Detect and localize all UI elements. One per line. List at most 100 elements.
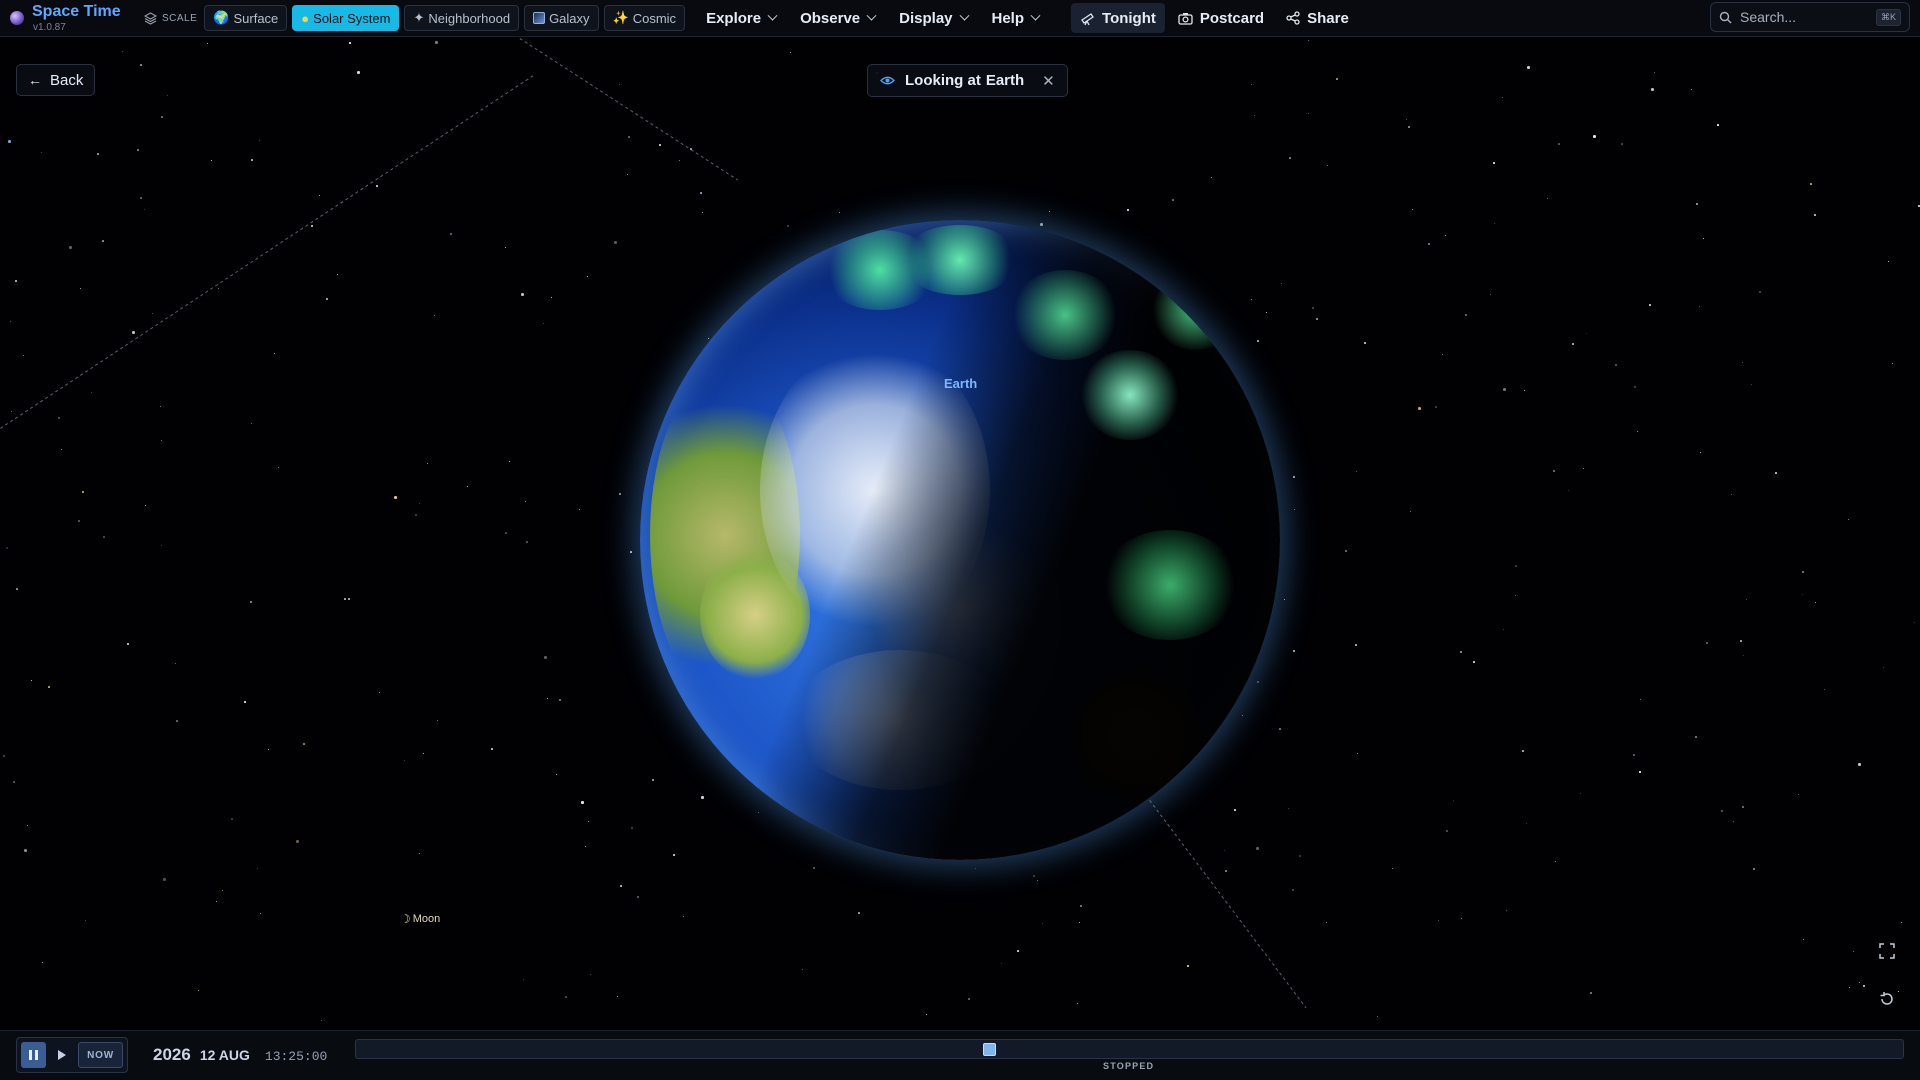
star <box>27 825 28 826</box>
star <box>1798 794 1799 795</box>
star <box>259 140 260 141</box>
star <box>198 990 199 991</box>
fullscreen-icon[interactable] <box>1876 940 1898 962</box>
star <box>161 440 162 441</box>
menu-display[interactable]: Display <box>891 5 975 31</box>
star <box>82 491 84 493</box>
star <box>588 821 589 822</box>
reset-view-icon[interactable] <box>1876 988 1898 1010</box>
globe-icon: 🌍 <box>213 10 230 25</box>
close-icon[interactable]: ✕ <box>1042 72 1055 90</box>
star <box>1731 494 1732 495</box>
search-input[interactable] <box>1740 9 1868 25</box>
star <box>1345 550 1347 552</box>
star <box>1898 991 1899 992</box>
play-button[interactable] <box>58 1050 67 1060</box>
scale-cosmic-button[interactable]: ✨ Cosmic <box>603 5 686 31</box>
chevron-down-icon <box>767 10 778 21</box>
star <box>1251 84 1252 85</box>
star <box>587 276 588 277</box>
star <box>1700 452 1701 453</box>
now-button[interactable]: NOW <box>78 1042 123 1068</box>
star <box>1494 223 1495 224</box>
star <box>1256 847 1259 850</box>
star <box>491 748 493 750</box>
star <box>13 781 15 783</box>
star <box>1490 294 1491 295</box>
star <box>1651 88 1654 91</box>
brand[interactable]: Space Time v1.0.87 <box>10 3 128 33</box>
menu-help[interactable]: Help <box>984 5 1048 31</box>
star <box>544 656 547 659</box>
star <box>1637 431 1638 432</box>
star <box>379 692 380 693</box>
menu-observe[interactable]: Observe <box>792 5 883 31</box>
star <box>250 601 252 603</box>
star <box>1428 243 1430 245</box>
app-logo-icon <box>10 11 24 25</box>
moon-label[interactable]: Moon <box>413 913 441 925</box>
star <box>1633 754 1635 756</box>
star <box>450 233 452 235</box>
star <box>61 449 62 450</box>
star <box>251 159 253 161</box>
star <box>1493 162 1495 164</box>
earth-globe[interactable] <box>640 220 1280 860</box>
star <box>344 598 346 600</box>
pause-button[interactable] <box>21 1042 47 1068</box>
star <box>1654 72 1655 73</box>
star <box>1586 333 1587 334</box>
scale-solar-system-button[interactable]: ● Solar System <box>292 5 400 31</box>
star <box>1824 689 1825 690</box>
search-box[interactable]: ⌘K <box>1710 2 1910 32</box>
menu-observe-label: Observe <box>800 9 861 27</box>
star <box>1888 261 1889 262</box>
share-icon <box>1286 11 1300 25</box>
star <box>1590 992 1592 994</box>
moon-icon: ☽ <box>400 912 411 926</box>
star <box>590 974 591 975</box>
date-display[interactable]: 2026 12 AUG 13:25:00 <box>153 1045 327 1065</box>
star <box>268 749 269 750</box>
scale-neighborhood-button[interactable]: ✦ Neighborhood <box>404 5 520 31</box>
star <box>1639 771 1641 773</box>
star <box>1568 490 1569 491</box>
scale-surface-button[interactable]: 🌍 Surface <box>204 5 288 31</box>
time-slider-thumb[interactable] <box>983 1043 996 1056</box>
earth-label[interactable]: Earth <box>944 376 977 391</box>
star <box>1410 511 1411 512</box>
tonight-button[interactable]: Tonight <box>1071 3 1165 33</box>
star <box>968 998 970 1000</box>
star <box>1810 183 1812 185</box>
menu-help-label: Help <box>991 9 1025 27</box>
star <box>1438 920 1439 921</box>
star <box>543 323 544 324</box>
scale-label-text: SCALE <box>162 12 198 24</box>
star <box>1408 126 1410 128</box>
share-button[interactable]: Share <box>1277 3 1358 33</box>
time-controls-bar: NOW 2026 12 AUG 13:25:00 STOPPED <box>0 1030 1920 1080</box>
star <box>1901 922 1902 923</box>
scale-galaxy-button[interactable]: Galaxy <box>524 5 599 31</box>
time-slider[interactable] <box>355 1039 1904 1059</box>
star <box>673 854 675 856</box>
menu-explore[interactable]: Explore <box>698 5 784 31</box>
scale-solar-system-label: Solar System <box>313 10 391 26</box>
star <box>1079 922 1080 923</box>
star <box>1918 205 1920 207</box>
star <box>1001 963 1002 964</box>
star <box>1751 384 1752 385</box>
star <box>176 720 178 722</box>
star <box>1802 571 1804 573</box>
star <box>585 846 586 847</box>
postcard-button[interactable]: Postcard <box>1169 3 1273 33</box>
star <box>427 463 428 464</box>
star <box>1225 870 1227 872</box>
star <box>231 818 233 820</box>
search-shortcut: ⌘K <box>1875 8 1901 26</box>
moon-marker[interactable]: ☽ Moon <box>400 912 440 926</box>
back-button[interactable]: ← Back <box>16 64 96 96</box>
star <box>617 996 618 997</box>
star <box>1522 750 1524 752</box>
star <box>31 680 32 681</box>
